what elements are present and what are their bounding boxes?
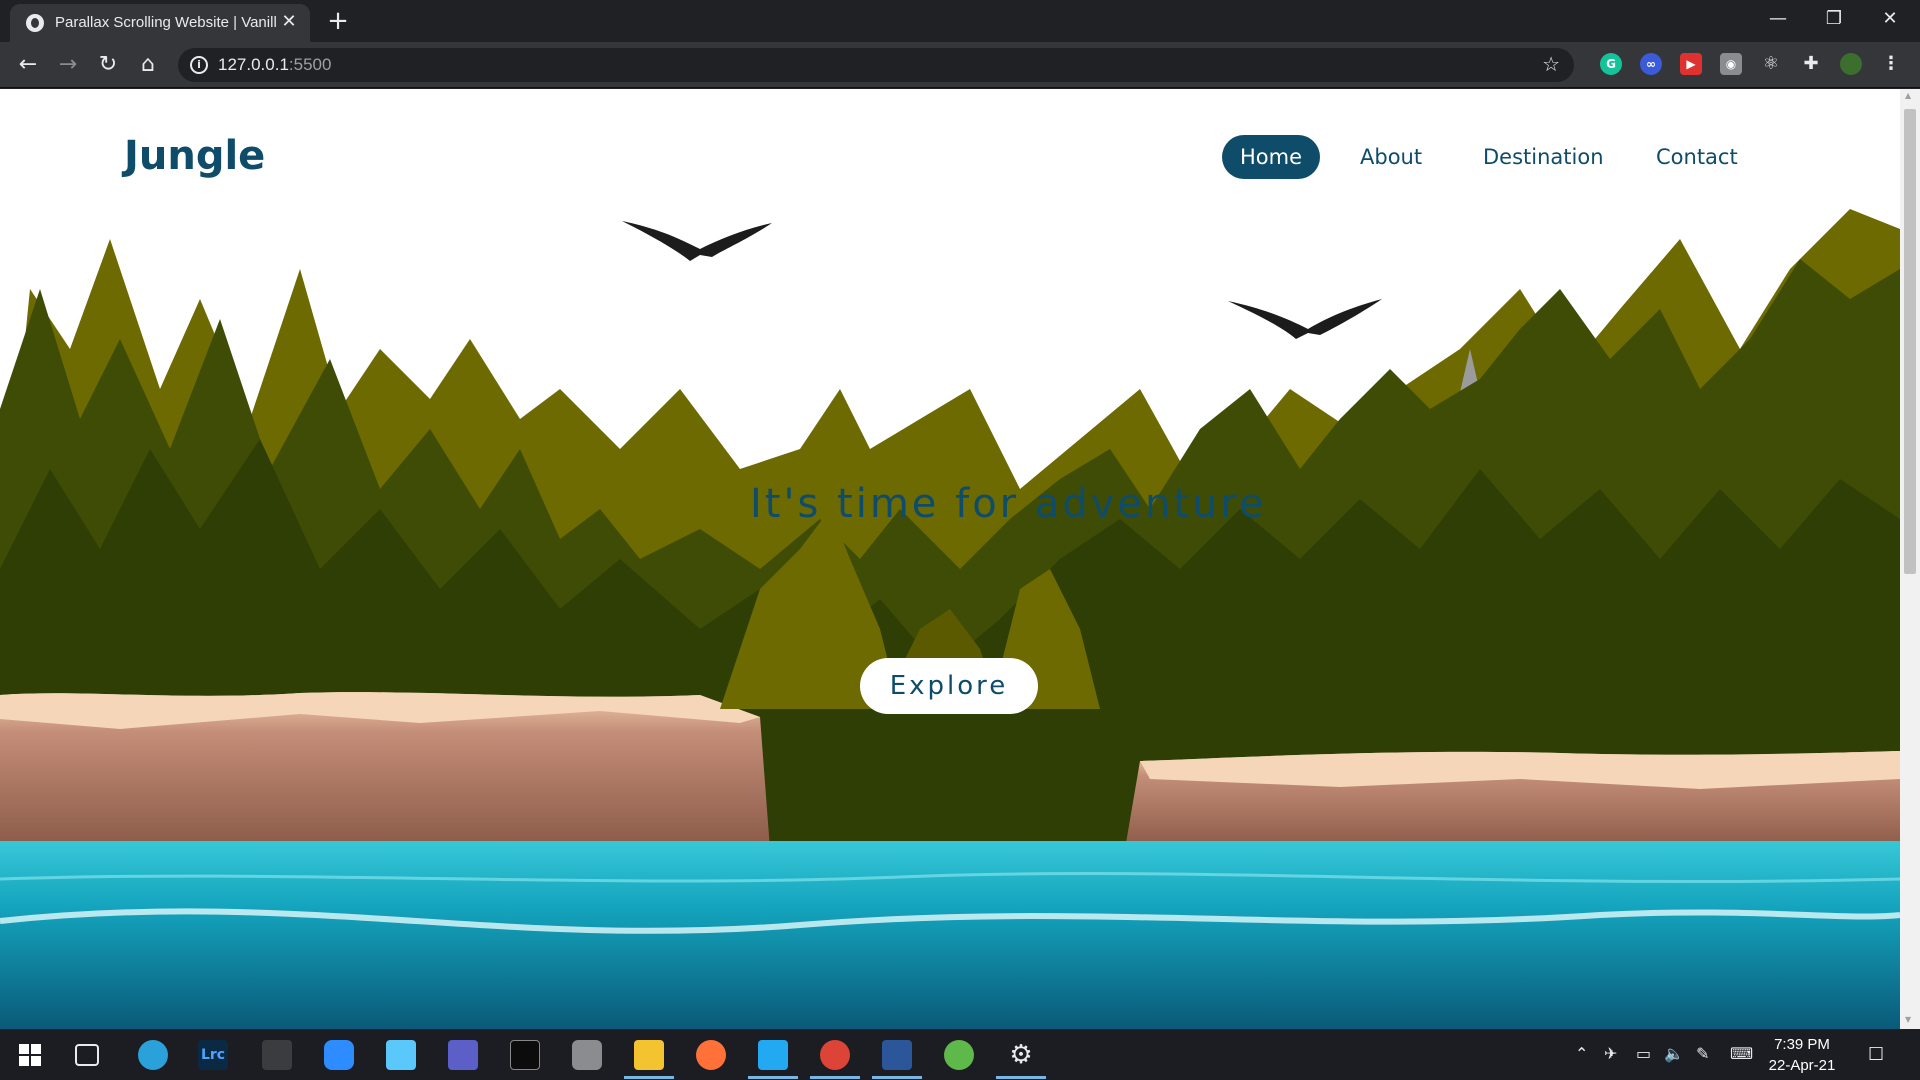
menu-icon[interactable]: ⋮ — [1880, 53, 1902, 75]
active-app-indicator — [810, 1076, 860, 1079]
home-icon[interactable]: ⌂ — [134, 51, 162, 79]
volume-icon[interactable]: 🔈 — [1664, 1044, 1684, 1063]
back-icon[interactable]: ← — [14, 51, 42, 79]
address-bar[interactable]: i 127.0.0.1:5500 ☆ — [178, 48, 1574, 82]
word-icon[interactable] — [882, 1040, 912, 1070]
forest-foreground-overlay — [720, 509, 1100, 709]
clock-time: 7:39 PM — [1774, 1036, 1830, 1053]
terminal-icon[interactable] — [510, 1040, 540, 1070]
forward-icon[interactable]: → — [54, 51, 82, 79]
site-info-icon[interactable]: i — [190, 56, 208, 74]
teams-icon[interactable] — [448, 1040, 478, 1070]
reload-icon[interactable]: ↻ — [94, 51, 122, 79]
explore-button[interactable]: Explore — [860, 658, 1038, 714]
globe-icon — [26, 14, 44, 32]
pdf-icon[interactable]: ▶ — [1680, 53, 1702, 75]
keyboard-icon[interactable]: ⌨ — [1730, 1044, 1753, 1063]
utorrent-icon[interactable] — [944, 1040, 974, 1070]
web-page: Jungle Home About Destination Contact It… — [0, 89, 1900, 1029]
settings-icon[interactable]: ⚙ — [1006, 1040, 1036, 1070]
new-tab-button[interactable]: + — [324, 8, 352, 36]
airplane-icon[interactable]: ✈ — [1604, 1044, 1617, 1063]
battery-icon[interactable]: ▭ — [1636, 1044, 1651, 1063]
windows-taskbar: Lrc ⚙ ⌃ ✈ ▭ 🔈 ✎ ⌨ 7:39 PM 22-Apr-21 ☐ — [0, 1030, 1920, 1080]
tab-title: Parallax Scrolling Website | Vanill — [55, 14, 277, 31]
scroll-up-icon[interactable]: ▲ — [1905, 91, 1915, 100]
vscode-icon[interactable] — [758, 1040, 788, 1070]
firefox-icon[interactable] — [696, 1040, 726, 1070]
active-app-indicator — [748, 1076, 798, 1079]
browser-toolbar: ← → ↻ ⌂ i 127.0.0.1:5500 ☆ G ∞ ▶ ◉ ⚛ ✚ ⋮ — [0, 42, 1920, 88]
restore-button[interactable]: ❐ — [1806, 0, 1862, 38]
page-scrollbar[interactable]: ▲ ▼ — [1900, 89, 1920, 1029]
app-square-icon[interactable] — [386, 1040, 416, 1070]
browser-title-bar: Parallax Scrolling Website | Vanill ✕ + … — [0, 0, 1920, 42]
react-icon[interactable]: ⚛ — [1760, 53, 1782, 75]
scrollbar-thumb[interactable] — [1904, 109, 1916, 574]
zoom-icon[interactable] — [324, 1040, 354, 1070]
camera-app-icon[interactable] — [572, 1040, 602, 1070]
task-view-icon[interactable] — [75, 1044, 99, 1066]
system-clock[interactable]: 7:39 PM 22-Apr-21 — [1752, 1034, 1852, 1076]
active-app-indicator — [996, 1076, 1046, 1079]
clock-date: 22-Apr-21 — [1768, 1057, 1836, 1074]
scroll-down-icon[interactable]: ▼ — [1905, 1015, 1915, 1024]
browser-tab[interactable]: Parallax Scrolling Website | Vanill ✕ — [10, 4, 310, 42]
grammarly-icon[interactable]: G — [1600, 53, 1622, 75]
bookmark-star-icon[interactable]: ☆ — [1542, 52, 1560, 76]
window-close-button[interactable]: ✕ — [1862, 0, 1918, 38]
address-url[interactable]: 127.0.0.1:5500 — [218, 55, 331, 75]
active-app-indicator — [624, 1076, 674, 1079]
windows-start-icon[interactable] — [15, 1040, 45, 1070]
chrome-icon[interactable] — [820, 1040, 850, 1070]
telegram-icon[interactable] — [138, 1040, 168, 1070]
file-explorer-icon[interactable] — [634, 1040, 664, 1070]
minimize-button[interactable]: — — [1750, 0, 1806, 38]
tab-close-button[interactable]: ✕ — [278, 11, 300, 33]
lightroom-icon[interactable]: Lrc — [198, 1040, 228, 1070]
app-icon[interactable] — [262, 1040, 292, 1070]
puzzle-icon[interactable]: ✚ — [1800, 53, 1822, 75]
notifications-icon[interactable]: ☐ — [1868, 1044, 1884, 1065]
camera-icon[interactable]: ◉ — [1720, 53, 1742, 75]
pen-icon[interactable]: ✎ — [1696, 1044, 1709, 1063]
show-hidden-icons-icon[interactable]: ⌃ — [1575, 1044, 1588, 1063]
profile-avatar[interactable] — [1840, 53, 1862, 75]
infinity-icon[interactable]: ∞ — [1640, 53, 1662, 75]
active-app-indicator — [872, 1076, 922, 1079]
